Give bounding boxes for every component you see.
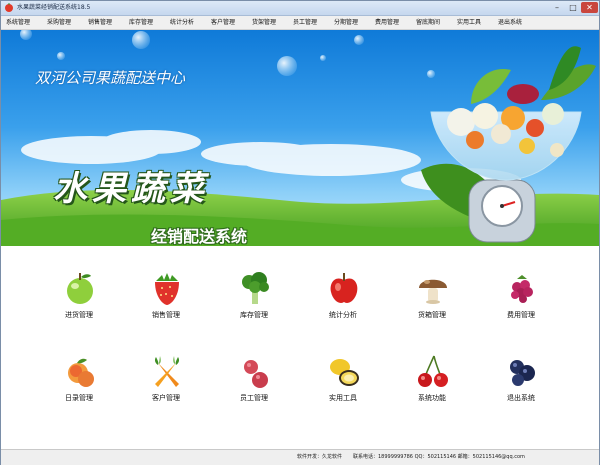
kitchen-scale: [468, 179, 536, 243]
product-title: 水果蔬菜: [53, 169, 209, 209]
red-apple-icon: [330, 273, 358, 303]
module-label: 进货管理: [65, 311, 93, 319]
module-exit[interactable]: 退出系统: [486, 353, 556, 415]
menu-item[interactable]: 员工管理: [291, 17, 319, 28]
minimize-button[interactable]: –: [549, 2, 565, 13]
module-label: 销售管理: [152, 311, 180, 319]
company-name: 双河公司果蔬配送中心: [35, 69, 186, 87]
module-label: 客户管理: [152, 394, 180, 402]
menu-item[interactable]: 货架管理: [250, 17, 278, 28]
module-sales[interactable]: 销售管理: [131, 270, 201, 332]
menu-item[interactable]: 退出系统: [496, 17, 524, 28]
title-bar[interactable]: 水果蔬菜经销配送系统18.5 – □ ✕: [1, 1, 599, 16]
module-customers[interactable]: 客户管理: [131, 353, 201, 415]
module-crates[interactable]: 货箱管理: [397, 270, 467, 332]
status-bar: 软件开发：久龙软件 联系电话：18999999786 QQ：502115146 …: [1, 449, 599, 465]
strawberry-icon: [155, 273, 179, 305]
vegetable-bowl-content: [447, 46, 596, 157]
module-system[interactable]: 系统功能: [397, 353, 467, 415]
module-label: 员工管理: [240, 394, 268, 402]
module-label: 费用管理: [507, 311, 535, 319]
menu-item[interactable]: 销售管理: [86, 17, 114, 28]
maximize-button[interactable]: □: [566, 2, 580, 13]
app-window: 水果蔬菜经销配送系统18.5 – □ ✕ 系统管理 采购管理 销售管理 库存管理 统计分…: [0, 0, 600, 465]
module-label: 统计分析: [329, 311, 357, 319]
menu-item[interactable]: 库存管理: [127, 17, 155, 28]
module-label: 实用工具: [329, 394, 357, 402]
module-label: 库存管理: [240, 311, 268, 319]
module-grid: 进货管理 销售管理 库存管理 统计分析 货箱管理 费用管理 日录管理 客户管理 …: [1, 247, 599, 447]
carrot-icon: [154, 356, 180, 387]
window-title: 水果蔬菜经销配送系统18.5: [17, 4, 91, 11]
lemon-icon: [330, 359, 359, 386]
broccoli-icon: [242, 272, 269, 304]
status-contact: 联系电话：18999999786 QQ：502115146 邮箱：5021151…: [353, 454, 525, 460]
menu-item[interactable]: 采购管理: [45, 17, 73, 28]
menu-item[interactable]: 分期管理: [332, 17, 360, 28]
menu-item[interactable]: 统计分析: [168, 17, 196, 28]
product-subtitle: 经销配送系统: [151, 227, 248, 246]
mushroom-icon: [419, 279, 447, 304]
module-label: 系统功能: [418, 394, 446, 402]
module-label: 货箱管理: [418, 311, 446, 319]
close-button[interactable]: ✕: [581, 2, 598, 13]
peach-icon: [68, 358, 94, 387]
blueberry-icon: [510, 360, 535, 386]
banner: 双河公司果蔬配送中心 水果蔬菜 经销配送系统: [1, 30, 599, 246]
menu-bar: 系统管理 采购管理 销售管理 库存管理 统计分析 客户管理 货架管理 员工管理 分期管理 费用管理…: [1, 16, 599, 30]
module-label: 退出系统: [507, 394, 535, 402]
raspberry-icon: [511, 275, 533, 303]
module-employees[interactable]: 员工管理: [219, 353, 289, 415]
app-icon: [5, 3, 13, 12]
lychee-icon: [244, 360, 268, 388]
menu-item[interactable]: 系统管理: [4, 17, 32, 28]
status-developer: 软件开发：久龙软件: [297, 454, 343, 460]
menu-item[interactable]: 客户管理: [209, 17, 237, 28]
cherry-icon: [418, 355, 448, 387]
green-apple-icon: [67, 273, 93, 304]
module-catalog[interactable]: 日录管理: [44, 353, 114, 415]
banner-artwork: [1, 30, 599, 246]
module-inventory[interactable]: 库存管理: [219, 270, 289, 332]
menu-item[interactable]: 留底期间: [414, 17, 442, 28]
module-label: 日录管理: [65, 394, 93, 402]
module-purchase[interactable]: 进货管理: [44, 270, 114, 332]
menu-item[interactable]: 实用工具: [455, 17, 483, 28]
module-tools[interactable]: 实用工具: [308, 353, 378, 415]
module-statistics[interactable]: 统计分析: [308, 270, 378, 332]
module-expenses[interactable]: 费用管理: [486, 270, 556, 332]
menu-item[interactable]: 费用管理: [373, 17, 401, 28]
